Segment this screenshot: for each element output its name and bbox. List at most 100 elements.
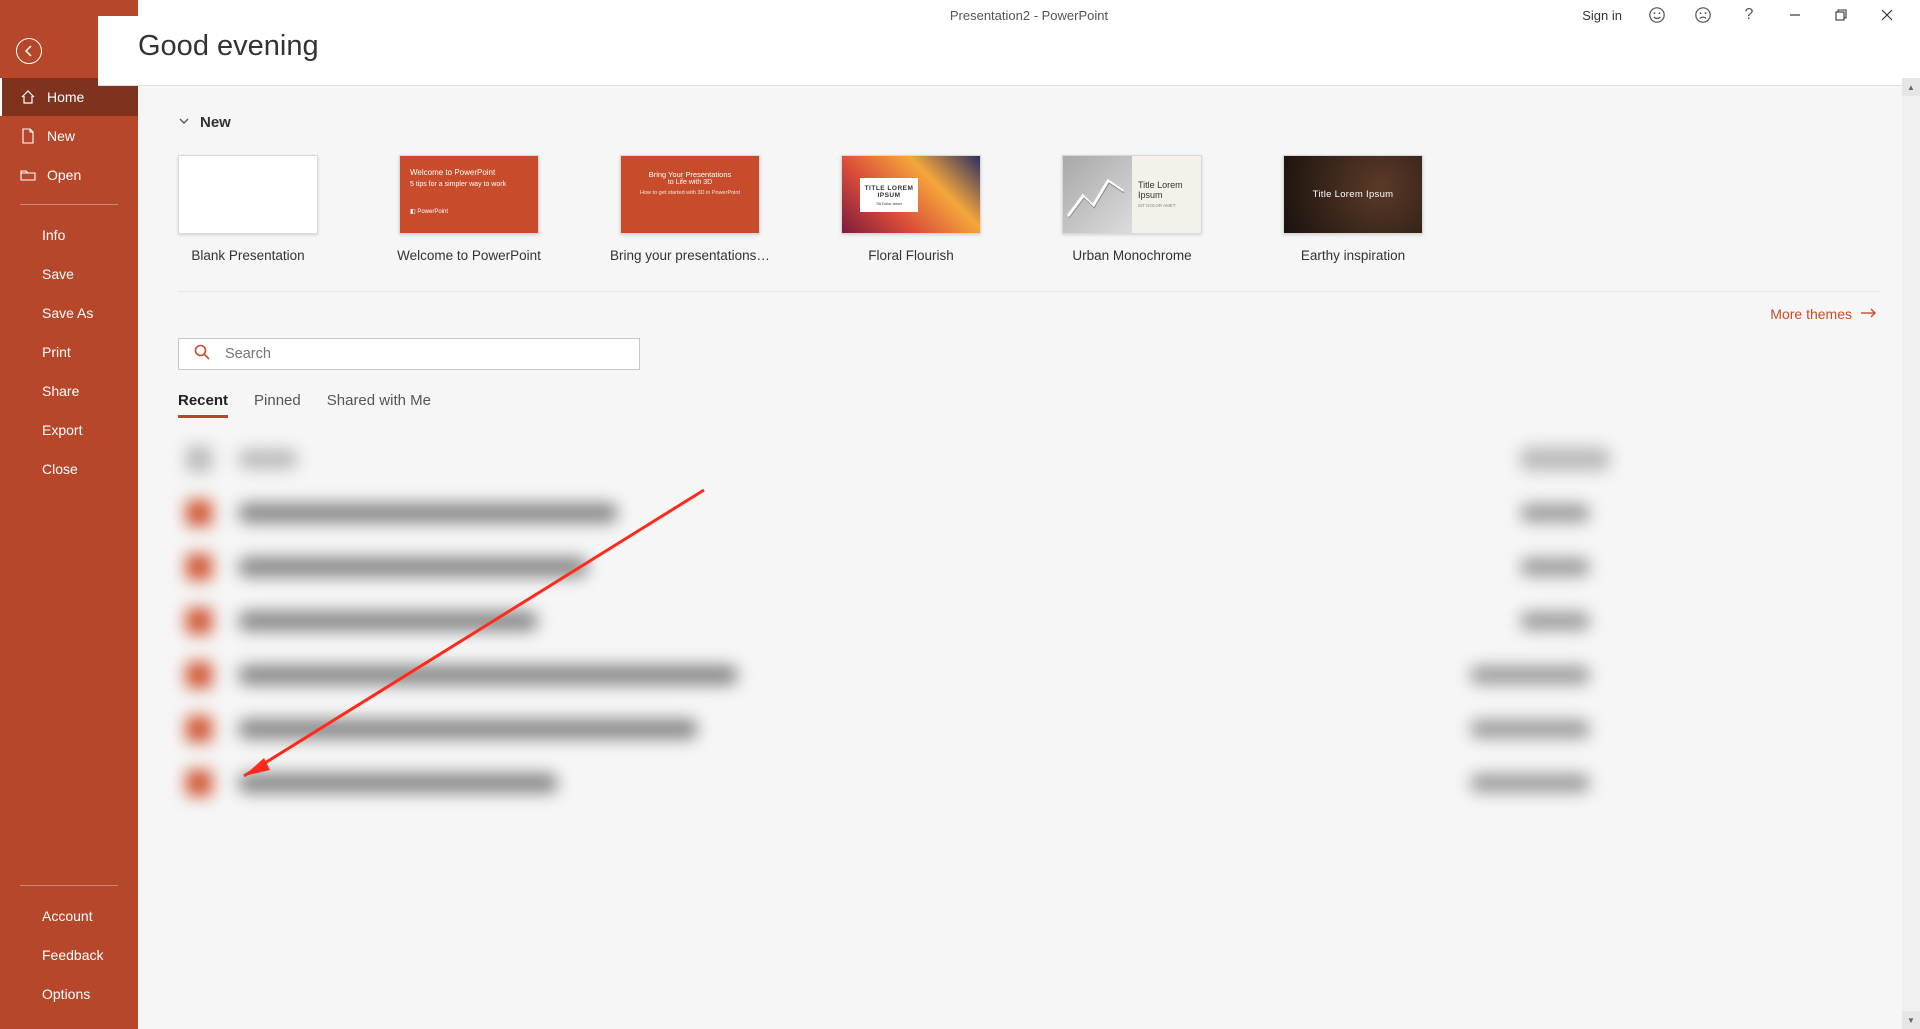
nav-new[interactable]: New [0, 116, 138, 155]
earthy-title: Title Lorem Ipsum [1313, 189, 1394, 200]
nav-save-label: Save [42, 266, 74, 282]
template-welcome-thumb: Welcome to PowerPoint 5 tips for a simpl… [399, 155, 539, 234]
nav-options-label: Options [42, 986, 90, 1002]
nav-account[interactable]: Account [0, 896, 138, 935]
template-3d[interactable]: Bring Your Presentations to Life with 3D… [620, 155, 760, 263]
chevron-down-icon [178, 114, 190, 131]
sidebar-separator [20, 204, 118, 205]
recent-row[interactable] [178, 648, 1880, 702]
welcome-thumb-title: Welcome to PowerPoint [410, 168, 528, 177]
recent-row[interactable] [178, 594, 1880, 648]
nav-saveas[interactable]: Save As [0, 293, 138, 332]
recent-row[interactable] [178, 540, 1880, 594]
titlebar: Presentation2 - PowerPoint Sign in ? [138, 0, 1920, 30]
minimize-button[interactable] [1772, 0, 1818, 30]
recent-tabs: Recent Pinned Shared with Me [178, 392, 1880, 418]
recent-row[interactable] [178, 432, 1880, 486]
recent-row[interactable] [178, 486, 1880, 540]
nav-feedback[interactable]: Feedback [0, 935, 138, 974]
template-blank[interactable]: Blank Presentation [178, 155, 318, 263]
template-welcome-label: Welcome to PowerPoint [397, 248, 541, 263]
template-floral-label: Floral Flourish [868, 248, 954, 263]
template-earthy-thumb: Title Lorem Ipsum [1283, 155, 1423, 234]
template-mono[interactable]: Title Lorem Ipsum SIT DOLOR AMET Urban M… [1062, 155, 1202, 263]
template-earthy[interactable]: Title Lorem Ipsum Earthy inspiration [1283, 155, 1423, 263]
nav-info[interactable]: Info [0, 215, 138, 254]
mono-right: Title Lorem Ipsum SIT DOLOR AMET [1132, 156, 1201, 233]
signin-button[interactable]: Sign in [1570, 8, 1634, 23]
template-3d-label: Bring your presentations to... [610, 248, 770, 263]
nav-share[interactable]: Share [0, 371, 138, 410]
home-icon [20, 89, 36, 105]
face-smile-icon[interactable] [1634, 0, 1680, 30]
more-themes-link[interactable]: More themes [178, 306, 1880, 322]
template-blank-thumb [178, 155, 318, 234]
help-button[interactable]: ? [1726, 0, 1772, 30]
templates-row: Blank Presentation Welcome to PowerPoint… [178, 155, 1880, 263]
new-section-label: New [200, 114, 231, 131]
window-title: Presentation2 - PowerPoint [950, 8, 1108, 23]
recent-row[interactable] [178, 756, 1880, 810]
template-floral[interactable]: TITLE LOREM IPSUM Sit Dolor Amet Floral … [841, 155, 981, 263]
main-area: Presentation2 - PowerPoint Sign in ? Goo… [138, 0, 1920, 1029]
scroll-up-button[interactable]: ▲ [1902, 78, 1920, 96]
bring-thumb-hint: How to get started with 3D in PowerPoint [631, 190, 749, 196]
bring-thumb-sub: to Life with 3D [631, 179, 749, 186]
templates-divider [178, 291, 1880, 292]
nav-open[interactable]: Open [0, 155, 138, 194]
template-floral-thumb: TITLE LOREM IPSUM Sit Dolor Amet [841, 155, 981, 234]
sidebar-bottom-group: Account Feedback Options [0, 875, 138, 1013]
welcome-thumb-foot: ◧ PowerPoint [410, 208, 528, 215]
mono-title2: Ipsum [1138, 191, 1201, 201]
nav-close[interactable]: Close [0, 449, 138, 488]
tab-pinned[interactable]: Pinned [254, 392, 301, 418]
new-section-header[interactable]: New [178, 114, 1880, 131]
nav-print-label: Print [42, 344, 71, 360]
template-blank-label: Blank Presentation [191, 248, 304, 263]
recent-list [178, 432, 1880, 810]
mono-left [1063, 156, 1132, 233]
template-mono-thumb: Title Lorem Ipsum SIT DOLOR AMET [1062, 155, 1202, 234]
backstage-sidebar: Home New Open Info Save Save As Print Sh… [0, 0, 138, 1029]
nav-print[interactable]: Print [0, 332, 138, 371]
nav-close-label: Close [42, 461, 78, 477]
nav-open-label: Open [47, 167, 81, 183]
new-file-icon [20, 128, 36, 144]
template-earthy-label: Earthy inspiration [1301, 248, 1405, 263]
search-input[interactable] [225, 346, 639, 362]
search-box[interactable] [178, 338, 640, 370]
search-icon [193, 343, 211, 366]
welcome-thumb-sub: 5 tips for a simpler way to work [410, 181, 528, 188]
restore-button[interactable] [1818, 0, 1864, 30]
tab-shared[interactable]: Shared with Me [327, 392, 431, 418]
nav-save[interactable]: Save [0, 254, 138, 293]
nav-home-label: Home [47, 89, 84, 105]
nav-export[interactable]: Export [0, 410, 138, 449]
recent-row[interactable] [178, 702, 1880, 756]
nav-export-label: Export [42, 422, 82, 438]
titlebar-right: Sign in ? [1570, 0, 1910, 30]
close-window-button[interactable] [1864, 0, 1910, 30]
face-sad-icon[interactable] [1680, 0, 1726, 30]
nav-feedback-label: Feedback [42, 947, 103, 963]
nav-options[interactable]: Options [0, 974, 138, 1013]
floral-card: TITLE LOREM IPSUM Sit Dolor Amet [860, 178, 918, 212]
sidebar-separator-2 [20, 885, 118, 886]
template-mono-label: Urban Monochrome [1072, 248, 1191, 263]
open-folder-icon [20, 167, 36, 183]
floral-small: Sit Dolor Amet [876, 201, 902, 206]
bring-thumb-title: Bring Your Presentations [631, 170, 749, 179]
template-welcome[interactable]: Welcome to PowerPoint 5 tips for a simpl… [399, 155, 539, 263]
nav-saveas-label: Save As [42, 305, 93, 321]
nav-new-label: New [47, 128, 75, 144]
nav-share-label: Share [42, 383, 79, 399]
tab-recent[interactable]: Recent [178, 392, 228, 418]
floral-sub: IPSUM [877, 192, 900, 199]
floral-title: TITLE LOREM [865, 185, 914, 192]
scrollbar[interactable]: ▲ ▼ [1902, 78, 1920, 1029]
mono-sub: SIT DOLOR AMET [1138, 203, 1201, 208]
scroll-down-button[interactable]: ▼ [1902, 1011, 1920, 1029]
nav-info-label: Info [42, 227, 65, 243]
nav-account-label: Account [42, 908, 93, 924]
more-themes-label: More themes [1770, 306, 1852, 322]
